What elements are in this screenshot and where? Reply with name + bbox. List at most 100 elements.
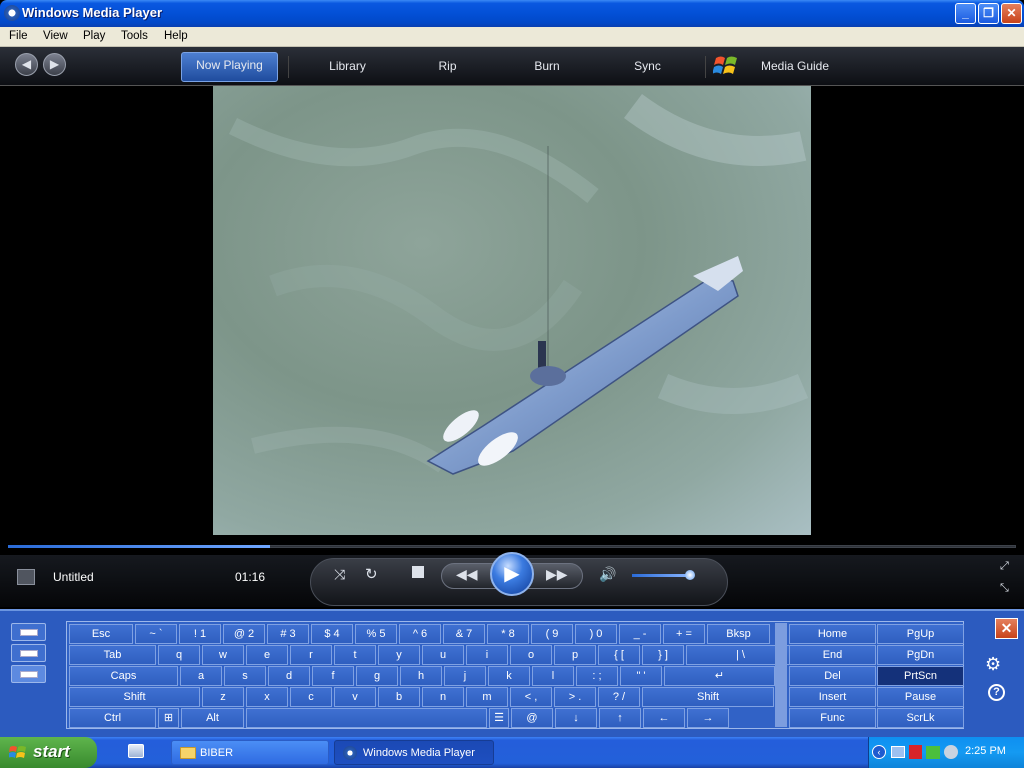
tab-sync[interactable]: Sync bbox=[620, 52, 675, 82]
key-row1-5[interactable]: $ 4 bbox=[311, 624, 353, 644]
taskbar-item-biber[interactable]: BIBER bbox=[171, 740, 329, 765]
key-row3-12[interactable]: ↵ bbox=[664, 666, 775, 686]
key-row3-4[interactable]: f bbox=[312, 666, 354, 686]
key-nav-3-1[interactable]: Pause bbox=[877, 687, 964, 707]
key-row1-10[interactable]: ( 9 bbox=[531, 624, 573, 644]
volume-knob[interactable] bbox=[684, 570, 695, 580]
key-row2-1[interactable]: q bbox=[158, 645, 200, 665]
key-row1-6[interactable]: % 5 bbox=[355, 624, 397, 644]
key-row2-12[interactable]: } ] bbox=[642, 645, 684, 665]
key-row5-1[interactable]: ⊞ bbox=[158, 708, 179, 728]
key-row1-14[interactable]: Bksp bbox=[707, 624, 770, 644]
tab-media-guide[interactable]: Media Guide bbox=[745, 52, 845, 82]
key-row2-8[interactable]: i bbox=[466, 645, 508, 665]
key-row1-9[interactable]: * 8 bbox=[487, 624, 529, 644]
key-row2-10[interactable]: p bbox=[554, 645, 596, 665]
keyboard-close-button[interactable]: ✕ bbox=[995, 618, 1018, 639]
layout-standard-button[interactable] bbox=[11, 644, 46, 662]
settings-icon[interactable]: ⚙ bbox=[985, 654, 1001, 675]
key-row4-2[interactable]: x bbox=[246, 687, 288, 707]
fullscreen-icon[interactable]: ⤢ bbox=[1000, 560, 1009, 573]
key-row1-12[interactable]: _ - bbox=[619, 624, 661, 644]
key-row4-7[interactable]: m bbox=[466, 687, 508, 707]
key-nav-4-1[interactable]: ScrLk bbox=[877, 708, 964, 728]
key-row3-11[interactable]: " ' bbox=[620, 666, 662, 686]
play-button[interactable]: ▶ bbox=[490, 552, 534, 596]
close-button[interactable]: ✕ bbox=[1001, 3, 1022, 24]
key-row3-5[interactable]: g bbox=[356, 666, 398, 686]
key-row5-4[interactable]: ☰ bbox=[489, 708, 509, 728]
maximize-button[interactable]: ❐ bbox=[978, 3, 999, 24]
key-row1-8[interactable]: & 7 bbox=[443, 624, 485, 644]
key-nav-3-0[interactable]: Insert bbox=[789, 687, 876, 707]
key-nav-2-0[interactable]: Del bbox=[789, 666, 876, 686]
key-row4-3[interactable]: c bbox=[290, 687, 332, 707]
key-row4-1[interactable]: z bbox=[202, 687, 244, 707]
key-row4-6[interactable]: n bbox=[422, 687, 464, 707]
key-row2-2[interactable]: w bbox=[202, 645, 244, 665]
key-row5-8[interactable]: ← bbox=[643, 708, 685, 728]
key-nav-0-1[interactable]: PgUp bbox=[877, 624, 964, 644]
key-row2-0[interactable]: Tab bbox=[69, 645, 156, 665]
tray-expand-icon[interactable]: ‹ bbox=[872, 745, 886, 759]
key-row4-11[interactable]: Shift bbox=[642, 687, 774, 707]
key-row5-3[interactable] bbox=[246, 708, 487, 728]
help-icon[interactable]: ? bbox=[988, 684, 1005, 701]
key-row5-6[interactable]: ↓ bbox=[555, 708, 597, 728]
stop-icon[interactable] bbox=[412, 566, 424, 578]
key-row4-8[interactable]: < , bbox=[510, 687, 552, 707]
update-icon[interactable] bbox=[944, 745, 958, 759]
menu-play[interactable]: Play bbox=[83, 30, 105, 42]
key-row4-0[interactable]: Shift bbox=[69, 687, 200, 707]
key-row2-4[interactable]: r bbox=[290, 645, 332, 665]
key-row3-6[interactable]: h bbox=[400, 666, 442, 686]
layout-compact-button[interactable] bbox=[11, 623, 46, 641]
compact-mode-icon[interactable]: ⤡ bbox=[1000, 582, 1009, 595]
key-row4-10[interactable]: ? / bbox=[598, 687, 640, 707]
key-row1-1[interactable]: ~ ` bbox=[135, 624, 177, 644]
title-bar[interactable]: Windows Media Player _ ❐ ✕ bbox=[0, 0, 1024, 27]
quick-launch-item[interactable] bbox=[120, 740, 152, 765]
mute-icon[interactable]: 🔊 bbox=[599, 566, 616, 583]
tab-now-playing[interactable]: Now Playing bbox=[181, 52, 278, 82]
key-nav-0-0[interactable]: Home bbox=[789, 624, 876, 644]
taskbar-item-media-player[interactable]: Windows Media Player bbox=[334, 740, 494, 765]
key-row2-7[interactable]: u bbox=[422, 645, 464, 665]
forward-arrow-icon[interactable]: ▶ bbox=[43, 53, 66, 76]
key-row1-7[interactable]: ^ 6 bbox=[399, 624, 441, 644]
tab-rip[interactable]: Rip bbox=[420, 52, 475, 82]
menu-help[interactable]: Help bbox=[164, 30, 188, 42]
key-row2-3[interactable]: e bbox=[246, 645, 288, 665]
tab-burn[interactable]: Burn bbox=[518, 52, 576, 82]
key-row1-4[interactable]: # 3 bbox=[267, 624, 309, 644]
key-row3-7[interactable]: j bbox=[444, 666, 486, 686]
key-row2-11[interactable]: { [ bbox=[598, 645, 640, 665]
key-row5-0[interactable]: Ctrl bbox=[69, 708, 156, 728]
tab-library[interactable]: Library bbox=[310, 52, 385, 82]
key-row5-7[interactable]: ↑ bbox=[599, 708, 641, 728]
menu-file[interactable]: File bbox=[9, 30, 28, 42]
security-icon[interactable] bbox=[926, 746, 940, 759]
key-row5-9[interactable]: → bbox=[687, 708, 729, 728]
key-row4-4[interactable]: v bbox=[334, 687, 376, 707]
key-row3-10[interactable]: : ; bbox=[576, 666, 618, 686]
key-row2-5[interactable]: t bbox=[334, 645, 376, 665]
menu-view[interactable]: View bbox=[43, 30, 68, 42]
media-info-icon[interactable] bbox=[17, 569, 35, 585]
key-nav-1-1[interactable]: PgDn bbox=[877, 645, 964, 665]
minimize-button[interactable]: _ bbox=[955, 3, 976, 24]
key-row3-8[interactable]: k bbox=[488, 666, 530, 686]
key-row3-1[interactable]: a bbox=[180, 666, 222, 686]
key-row2-6[interactable]: y bbox=[378, 645, 420, 665]
key-row3-2[interactable]: s bbox=[224, 666, 266, 686]
key-row1-0[interactable]: Esc bbox=[69, 624, 133, 644]
back-arrow-icon[interactable]: ◀ bbox=[15, 53, 38, 76]
video-frame[interactable] bbox=[213, 86, 811, 535]
key-nav-1-0[interactable]: End bbox=[789, 645, 876, 665]
next-icon[interactable]: ▶▶ bbox=[546, 566, 568, 583]
shuffle-icon[interactable]: ⤨ bbox=[334, 566, 345, 583]
key-row2-9[interactable]: o bbox=[510, 645, 552, 665]
key-row1-13[interactable]: + = bbox=[663, 624, 705, 644]
key-row5-2[interactable]: Alt bbox=[181, 708, 244, 728]
key-row1-2[interactable]: ! 1 bbox=[179, 624, 221, 644]
